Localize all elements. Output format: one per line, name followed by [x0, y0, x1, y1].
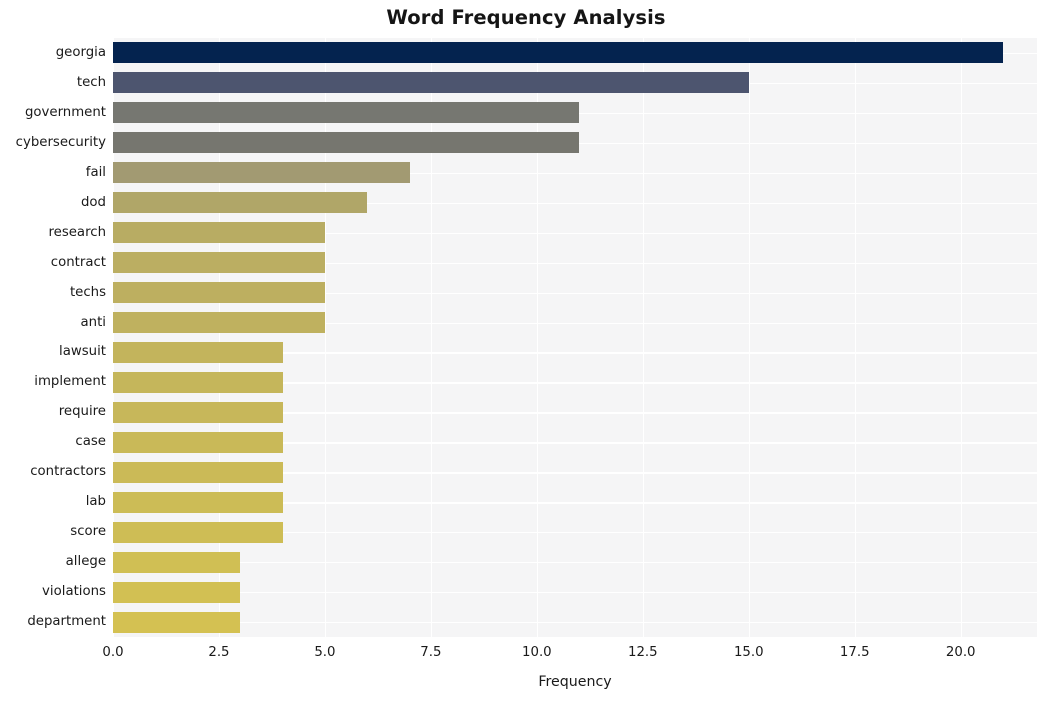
bar-lab	[113, 491, 283, 513]
bar-techs	[113, 282, 325, 304]
x-tick-label-2: 5.0	[314, 645, 336, 660]
bar-government	[113, 102, 580, 124]
bar-anti	[113, 312, 325, 334]
bar-contractors	[113, 461, 283, 483]
y-tick-label-contractors: contractors	[30, 464, 106, 480]
y-tick-label-government: government	[24, 104, 106, 120]
bar-research	[113, 222, 325, 244]
y-tick-label-tech: tech	[76, 74, 106, 90]
bar-implement	[113, 371, 283, 393]
y-tick-label-violations: violations	[42, 584, 106, 600]
bar-require	[113, 401, 283, 423]
y-tick-label-dod: dod	[80, 194, 106, 210]
bar-georgia	[113, 42, 1004, 64]
y-tick-label-techs: techs	[69, 284, 106, 300]
x-tick-label-3: 7.5	[420, 645, 442, 660]
x-tick-label-7: 17.5	[839, 645, 870, 660]
plot-area	[113, 38, 1037, 637]
y-tick-label-cybersecurity: cybersecurity	[15, 134, 106, 150]
bar-tech	[113, 72, 749, 94]
x-axis-tick-labels: 0.0 2.5 5.0 7.5 10.0 12.5 15.0 17.5 20.0	[102, 645, 1037, 667]
bar-contract	[113, 252, 325, 274]
y-tick-label-allege: allege	[65, 554, 106, 570]
x-tick-label-4: 10.0	[522, 645, 552, 660]
bar-department	[113, 611, 241, 633]
bar-case	[113, 431, 283, 453]
bar-score	[113, 521, 283, 543]
y-tick-label-contract: contract	[50, 254, 106, 270]
y-tick-label-georgia: georgia	[55, 44, 106, 60]
y-tick-label-implement: implement	[34, 374, 106, 390]
x-tick-label-8: 20.0	[945, 645, 976, 660]
y-tick-label-anti: anti	[80, 314, 106, 330]
bar-cybersecurity	[113, 132, 580, 154]
y-tick-label-fail: fail	[85, 164, 106, 180]
x-axis-label: Frequency	[538, 674, 612, 690]
y-tick-label-lawsuit: lawsuit	[59, 344, 106, 360]
y-tick-label-research: research	[48, 224, 106, 240]
x-tick-label-1: 2.5	[208, 645, 230, 660]
bar-lawsuit	[113, 341, 283, 363]
bar-dod	[113, 192, 368, 214]
bar-fail	[113, 162, 410, 184]
y-axis-tick-labels: georgia tech government cybersecurity fail do…	[0, 38, 106, 637]
x-tick-label-0: 0.0	[102, 645, 124, 660]
chart-title: Word Frequency Analysis	[386, 6, 666, 29]
y-tick-label-lab: lab	[85, 494, 106, 510]
word-frequency-chart-figure: Word Frequency Analysis georgia tech gover…	[0, 0, 1052, 701]
y-tick-label-case: case	[75, 434, 106, 450]
x-tick-label-5: 12.5	[628, 645, 658, 660]
y-tick-label-score: score	[70, 524, 106, 540]
y-tick-label-department: department	[27, 614, 106, 630]
bars-container	[113, 38, 1037, 637]
bar-violations	[113, 581, 241, 603]
x-tick-label-6: 15.0	[733, 645, 764, 660]
y-tick-label-require: require	[58, 404, 106, 420]
bar-allege	[113, 551, 241, 573]
